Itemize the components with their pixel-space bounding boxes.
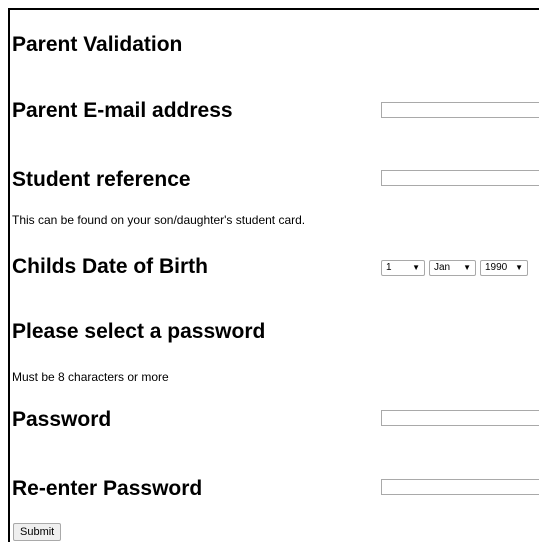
reenter-password-input[interactable] [381,479,539,495]
student-reference-input[interactable] [381,170,539,186]
dob-month-select[interactable]: Jan ▼ [429,260,476,276]
chevron-down-icon: ▼ [463,263,471,272]
page-title: Parent Validation [12,33,183,56]
dob-year-select[interactable]: 1990 ▼ [480,260,528,276]
dob-year-value: 1990 [485,262,508,273]
dob-month-value: Jan [434,262,451,273]
dob-label: Childs Date of Birth [12,255,209,278]
chevron-down-icon: ▼ [412,263,420,272]
email-label: Parent E-mail address [12,99,233,122]
chevron-down-icon: ▼ [515,263,523,272]
student-reference-label: Student reference [12,168,191,191]
reenter-password-label: Re-enter Password [12,477,203,500]
student-reference-note: This can be found on your son/daughter's… [12,213,306,227]
password-label: Password [12,408,112,431]
submit-button[interactable]: Submit [13,523,62,541]
email-field[interactable] [381,102,539,118]
password-note: Must be 8 characters or more [12,370,169,384]
password-section-title: Please select a password [12,320,266,343]
dob-day-select[interactable]: 1 ▼ [381,260,425,276]
password-input[interactable] [381,410,539,426]
dob-day-value: 1 [386,262,392,273]
